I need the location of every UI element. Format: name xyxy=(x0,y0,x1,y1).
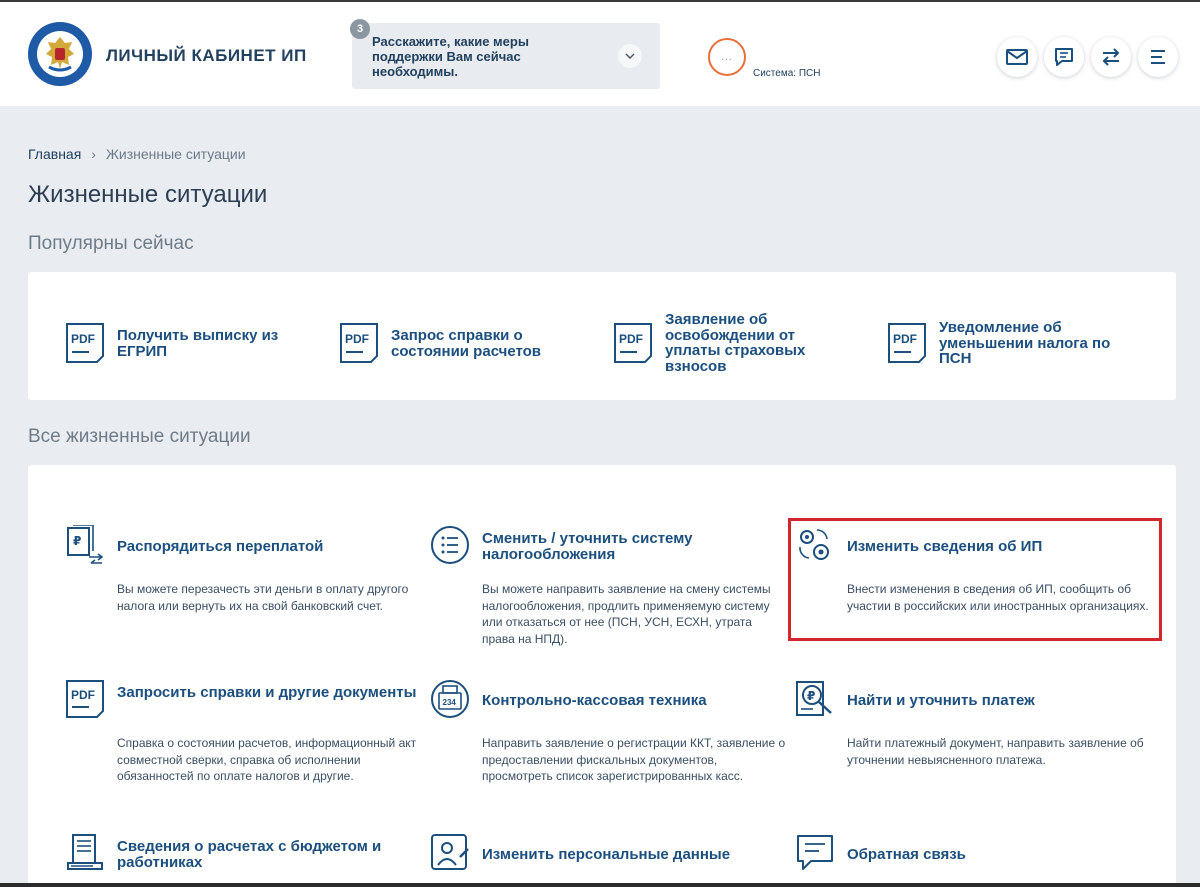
pdf-document-icon: PDF xyxy=(66,680,104,718)
situation-title: Сведения о расчетах с бюджетом и работни… xyxy=(117,838,382,871)
situation-description: Вы можете перезачесть эти деньги в оплат… xyxy=(117,582,409,613)
window-bottom-edge xyxy=(0,883,1200,887)
popular-card: PDF Получить выписку из ЕГРИП PDF Запрос… xyxy=(28,272,1176,400)
fns-logo[interactable] xyxy=(27,21,93,87)
pdf-icon-text: PDF xyxy=(71,332,95,346)
top-bar: ЛИЧНЫЙ КАБИНЕТ ИП 3 Расскажите, какие ме… xyxy=(0,0,1200,106)
cash-register-icon-text: 234 xyxy=(443,698,457,707)
pdf-icon-text: PDF xyxy=(345,332,369,346)
survey-banner[interactable]: 3 Расскажите, какие меры поддержки Вам с… xyxy=(350,19,660,89)
situation-title: Обратная связь xyxy=(847,846,966,863)
svg-text:₽: ₽ xyxy=(807,689,815,703)
chat-button[interactable] xyxy=(1044,37,1084,77)
transfer-button[interactable] xyxy=(1091,37,1131,77)
pdf-document-icon: PDF xyxy=(614,323,652,363)
page-title: Жизненные ситуации xyxy=(28,181,268,208)
popular-item-label: Получить выписку из ЕГРИП xyxy=(117,327,279,360)
survey-count-badge: 3 xyxy=(350,19,370,39)
breadcrumb-separator-icon: › xyxy=(91,146,96,162)
all-situations-title: Все жизненные ситуации xyxy=(28,426,251,447)
chevron-down-icon[interactable] xyxy=(618,44,642,68)
breadcrumb: Главная › Жизненные ситуации xyxy=(28,146,246,162)
pdf-icon-text: PDF xyxy=(893,332,917,346)
mail-button[interactable] xyxy=(997,37,1037,77)
list-circle-icon xyxy=(431,526,469,564)
svg-text:₽: ₽ xyxy=(73,534,81,548)
pdf-document-icon: PDF xyxy=(340,323,378,363)
popular-item-label: Запрос справки о состоянии расчетов xyxy=(391,327,542,360)
situation-title: Найти и уточнить платеж xyxy=(847,692,1035,709)
situation-description: Справка о состоянии расчетов, информацио… xyxy=(117,736,417,783)
survey-text[interactable]: Расскажите, какие меры поддержки Вам сей… xyxy=(372,34,602,79)
person-card-icon xyxy=(431,834,469,870)
settlements-document-icon xyxy=(67,834,103,870)
transfer-icon xyxy=(1102,48,1120,66)
highlight-frame xyxy=(788,518,1162,641)
situation-title: Изменить персональные данные xyxy=(482,846,731,863)
popular-item-label: Уведомление об уменьшении налога по ПСН xyxy=(939,319,1111,367)
popular-item-settlement-certificate[interactable]: PDF Запрос справки о состоянии расчетов xyxy=(339,322,579,372)
feedback-icon xyxy=(797,835,833,870)
situation-title: Распорядиться переплатой xyxy=(117,538,324,555)
situation-description: Направить заявление о регистрации ККТ, з… xyxy=(482,736,786,783)
breadcrumb-home[interactable]: Главная xyxy=(28,146,81,162)
situation-title: Сменить / уточнить систему налогообложен… xyxy=(482,530,693,563)
pdf-document-icon: PDF xyxy=(888,323,926,363)
pdf-icon-text: PDF xyxy=(71,688,95,702)
situation-title: Контрольно-кассовая техника xyxy=(482,692,707,709)
popular-item-insurance-exemption[interactable]: PDF Заявление об освобождении от уплаты … xyxy=(613,312,853,374)
popular-item-egrip[interactable]: PDF Получить выписку из ЕГРИП xyxy=(65,322,305,372)
situation-title: Запросить справки и другие документы xyxy=(117,684,417,701)
situation-description: Вы можете направить заявление на смену с… xyxy=(482,582,771,646)
payment-search-icon: ₽ xyxy=(796,681,832,716)
mail-icon xyxy=(1006,49,1028,65)
profile-avatar[interactable]: ... xyxy=(708,38,746,76)
app-title[interactable]: ЛИЧНЫЙ КАБИНЕТ ИП xyxy=(106,46,307,66)
popular-section-title: Популярны сейчас xyxy=(28,233,194,254)
popular-item-psn-tax-reduction[interactable]: PDF Уведомление об уменьшении налога по … xyxy=(887,319,1127,372)
chat-icon xyxy=(1055,48,1073,66)
pdf-document-icon: PDF xyxy=(66,323,104,363)
breadcrumb-current: Жизненные ситуации xyxy=(105,146,246,162)
popular-item-label: Заявление об освобождении от уплаты стра… xyxy=(665,311,806,375)
menu-icon xyxy=(1151,50,1165,64)
menu-button[interactable] xyxy=(1138,37,1178,77)
situation-description: Найти платежный документ, направить заяв… xyxy=(847,736,1144,767)
pdf-icon-text: PDF xyxy=(619,332,643,346)
overpayment-document-icon: ₽ xyxy=(67,525,104,564)
tax-system-label: Система: ПСН xyxy=(753,68,821,79)
cash-register-icon: 234 xyxy=(431,680,469,718)
